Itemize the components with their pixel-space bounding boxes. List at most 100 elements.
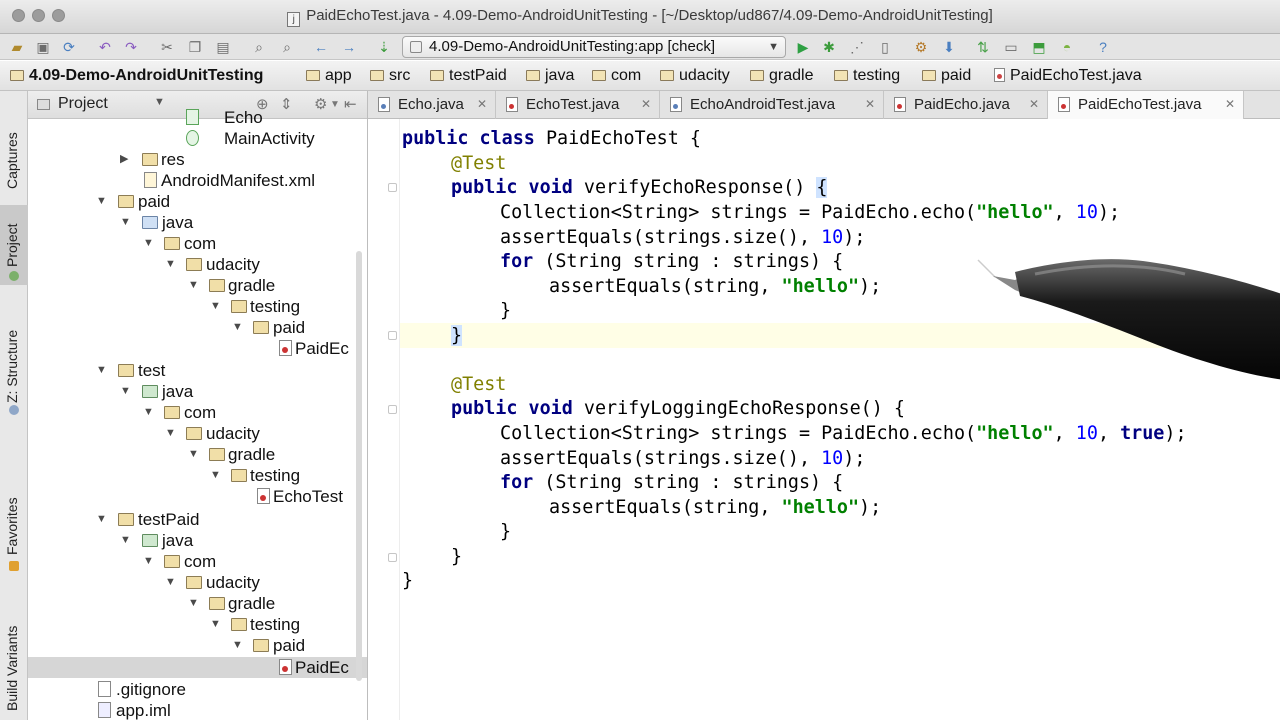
device-manager-icon[interactable]: ▯: [876, 38, 894, 56]
structure-tool-tab[interactable]: Z: Structure: [0, 299, 28, 419]
tree-item-androidmanifest[interactable]: AndroidManifest.xml: [28, 170, 367, 191]
breadcrumb-java[interactable]: java: [526, 66, 574, 88]
chevron-down-icon[interactable]: ▼: [188, 593, 199, 614]
find-icon[interactable]: ⌕: [250, 38, 268, 56]
favorites-tool-tab[interactable]: Favorites: [0, 481, 28, 577]
tab-echotest-java[interactable]: EchoTest.java ✕: [496, 91, 660, 119]
tree-item-echo[interactable]: Echo: [28, 107, 367, 128]
chevron-down-icon[interactable]: ▼: [165, 572, 176, 593]
tree-item-paidecho[interactable]: PaidEc: [28, 338, 367, 359]
undo-icon[interactable]: ↶: [96, 38, 114, 56]
copy-icon[interactable]: ❐: [186, 38, 204, 56]
tree-item-udacity[interactable]: ▼ udacity: [28, 423, 367, 444]
close-icon[interactable]: ✕: [1029, 91, 1039, 118]
save-all-icon[interactable]: ▣: [34, 38, 52, 56]
tree-item-paid-folder[interactable]: ▼ paid: [28, 191, 367, 212]
breadcrumb-testing[interactable]: testing: [834, 66, 900, 88]
breadcrumb-gradle[interactable]: gradle: [750, 66, 813, 88]
tree-item-gradle[interactable]: ▼ gradle: [28, 593, 367, 614]
tree-item-paid-package[interactable]: ▼ paid: [28, 635, 367, 656]
tab-paidechotest-java[interactable]: PaidEchoTest.java ✕: [1048, 91, 1244, 119]
debug-icon[interactable]: ✱: [820, 38, 838, 56]
chevron-down-icon[interactable]: ▼: [232, 317, 243, 338]
chevron-down-icon[interactable]: ▼: [143, 402, 154, 423]
tree-item-udacity[interactable]: ▼ udacity: [28, 572, 367, 593]
chevron-down-icon[interactable]: ▼: [120, 381, 131, 402]
editor-gutter[interactable]: [368, 119, 400, 720]
close-icon[interactable]: ✕: [1225, 91, 1235, 118]
tree-item-java[interactable]: ▼ java: [28, 212, 367, 233]
breadcrumb-paid[interactable]: paid: [922, 66, 971, 88]
tab-echoandroidtest-java[interactable]: EchoAndroidTest.java ✕: [660, 91, 884, 119]
help-icon[interactable]: ?: [1094, 38, 1112, 56]
chevron-down-icon[interactable]: ▼: [143, 233, 154, 254]
fold-toggle-icon[interactable]: [388, 405, 397, 414]
tree-item-java[interactable]: ▼ java: [28, 381, 367, 402]
tab-paidecho-java[interactable]: PaidEcho.java ✕: [884, 91, 1048, 119]
fold-toggle-icon[interactable]: [388, 331, 397, 340]
open-folder-icon[interactable]: ▰: [8, 38, 26, 56]
redo-icon[interactable]: ↷: [122, 38, 140, 56]
tree-item-paidechotest-selected[interactable]: PaidEc: [28, 657, 367, 678]
tree-item-com[interactable]: ▼ com: [28, 233, 367, 254]
chevron-down-icon[interactable]: ▼: [165, 423, 176, 444]
tree-item-paid-package[interactable]: ▼ paid: [28, 317, 367, 338]
chevron-down-icon[interactable]: ▼: [120, 530, 131, 551]
chevron-right-icon[interactable]: ▶: [120, 149, 128, 170]
android-monitor-icon[interactable]: ⬒: [1030, 38, 1048, 56]
chevron-down-icon[interactable]: ▼: [210, 614, 221, 635]
synchronize-icon[interactable]: ⟳: [60, 38, 78, 56]
tree-item-gradle[interactable]: ▼ gradle: [28, 275, 367, 296]
tree-item-app-iml[interactable]: app.iml: [28, 700, 367, 720]
tree-item-testing[interactable]: ▼ testing: [28, 465, 367, 486]
tree-item-gradle[interactable]: ▼ gradle: [28, 444, 367, 465]
make-project-icon[interactable]: ⇣: [375, 38, 393, 56]
tree-item-gitignore[interactable]: .gitignore: [28, 679, 367, 700]
chevron-down-icon[interactable]: ▼: [143, 551, 154, 572]
run-configuration-dropdown[interactable]: 4.09-Demo-AndroidUnitTesting:app [check]…: [402, 36, 786, 58]
tree-scrollbar[interactable]: [356, 251, 362, 681]
chevron-down-icon[interactable]: ▼: [210, 296, 221, 317]
breadcrumb-udacity[interactable]: udacity: [660, 66, 730, 88]
build-variants-tool-tab[interactable]: Build Variants: [0, 599, 28, 720]
paste-icon[interactable]: ▤: [214, 38, 232, 56]
chevron-down-icon[interactable]: ▼: [188, 275, 199, 296]
tree-item-com[interactable]: ▼ com: [28, 551, 367, 572]
chevron-down-icon[interactable]: ▼: [232, 635, 243, 656]
android-icon[interactable]: ◓: [1058, 38, 1076, 56]
close-icon[interactable]: ✕: [641, 91, 651, 118]
tree-item-res[interactable]: ▶ res: [28, 149, 367, 170]
chevron-down-icon[interactable]: ▼: [165, 254, 176, 275]
project-tool-tab[interactable]: Project: [0, 205, 28, 285]
attach-debugger-icon[interactable]: ⋰: [848, 38, 866, 56]
back-icon[interactable]: ←: [312, 38, 330, 56]
tree-item-test-folder[interactable]: ▼ test: [28, 360, 367, 381]
fold-toggle-icon[interactable]: [388, 553, 397, 562]
chevron-down-icon[interactable]: ▼: [96, 191, 107, 212]
breadcrumb-src[interactable]: src: [370, 66, 410, 88]
tree-item-udacity[interactable]: ▼ udacity: [28, 254, 367, 275]
project-structure-icon[interactable]: ⚙: [912, 38, 930, 56]
forward-icon[interactable]: →: [340, 38, 358, 56]
close-icon[interactable]: ✕: [477, 91, 487, 118]
cut-icon[interactable]: ✂: [158, 38, 176, 56]
tree-item-testpaid-folder[interactable]: ▼ testPaid: [28, 509, 367, 530]
breadcrumb-testpaid[interactable]: testPaid: [430, 66, 507, 88]
run-icon[interactable]: ▶: [794, 38, 812, 56]
chevron-down-icon[interactable]: ▼: [96, 360, 107, 381]
sync-gradle-icon[interactable]: ⇅: [974, 38, 992, 56]
captures-tool-tab[interactable]: Captures: [0, 95, 28, 193]
tree-item-echotest[interactable]: EchoTest: [28, 486, 367, 507]
close-icon[interactable]: ✕: [865, 91, 875, 118]
breadcrumb-project[interactable]: 4.09-Demo-AndroidUnitTesting: [10, 66, 263, 88]
tab-echo-java[interactable]: Echo.java ✕: [368, 91, 496, 119]
tree-item-com[interactable]: ▼ com: [28, 402, 367, 423]
tree-item-testing[interactable]: ▼ testing: [28, 296, 367, 317]
code-editor[interactable]: public class PaidEchoTest { @Test public…: [400, 119, 1280, 720]
chevron-down-icon[interactable]: ▼: [210, 465, 221, 486]
replace-icon[interactable]: ⌕: [278, 38, 296, 56]
sdk-manager-icon[interactable]: ⬇: [940, 38, 958, 56]
breadcrumb-file[interactable]: PaidEchoTest.java: [994, 66, 1142, 88]
breadcrumb-app[interactable]: app: [306, 66, 352, 88]
breadcrumb-com[interactable]: com: [592, 66, 641, 88]
